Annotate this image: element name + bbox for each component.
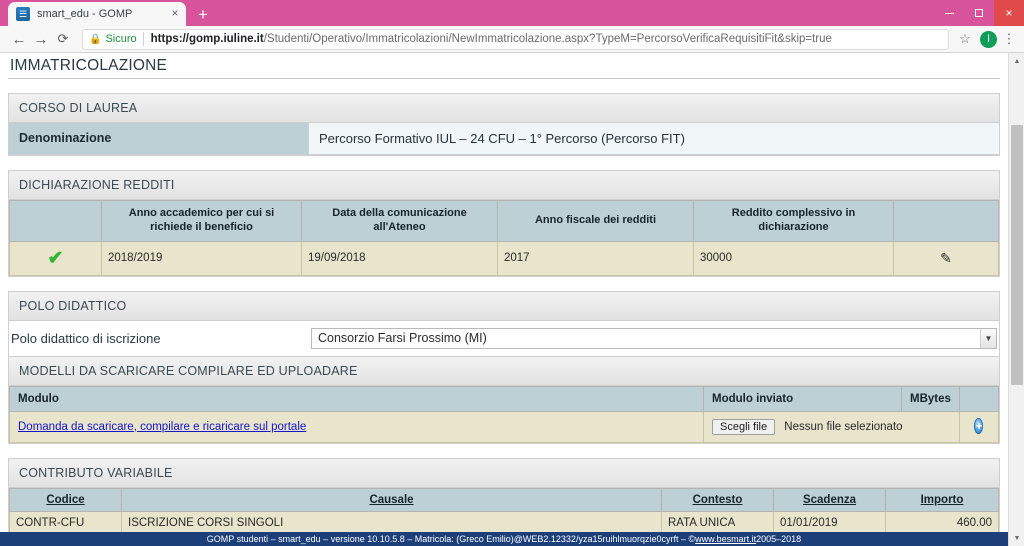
- dichiarazione-redditi-panel: DICHIARAZIONE REDDITI Anno accademico pe…: [8, 170, 1000, 277]
- browser-toolbar: ← → ⟳ 🔒 Sicuro https://gomp.iuline.it/St…: [0, 26, 1024, 53]
- bookmark-star-icon[interactable]: ☆: [955, 31, 975, 47]
- scrollbar-thumb[interactable]: [1011, 125, 1023, 385]
- polo-didattico-row: Polo didattico di iscrizione Consorzio F…: [9, 321, 999, 356]
- col-reddito: Reddito complessivo in dichiarazione: [693, 200, 894, 242]
- polo-didattico-selected-value: Consorzio Farsi Prossimo (MI): [318, 331, 487, 345]
- polo-didattico-header: POLO DIDATTICO: [9, 291, 999, 321]
- page-content: IMMATRICOLAZIONE CORSO DI LAUREA Denomin…: [0, 53, 1008, 546]
- table-row: Domanda da scaricare, compilare e ricari…: [9, 410, 1000, 443]
- smart-edu-favicon: ☰: [16, 7, 30, 21]
- cell-anno-fiscale: 2017: [497, 240, 694, 276]
- page-viewport: IMMATRICOLAZIONE CORSO DI LAUREA Denomin…: [0, 53, 1024, 546]
- browser-menu-icon[interactable]: ⋮: [1002, 31, 1016, 47]
- url-host: https://gomp.iuline.it: [150, 33, 264, 45]
- denominazione-row: Denominazione Percorso Formativo IUL – 2…: [9, 123, 999, 155]
- dichiarazione-redditi-table: Anno accademico per cui si richiede il b…: [9, 200, 999, 276]
- col-causale[interactable]: Causale: [121, 487, 662, 512]
- polo-didattico-select[interactable]: Consorzio Farsi Prossimo (MI) ▼: [311, 327, 997, 349]
- denominazione-label: Denominazione: [9, 123, 309, 154]
- dichiarazione-redditi-header: DICHIARAZIONE REDDITI: [9, 171, 999, 200]
- cell-modulo-inviato: Scegli file Nessun file selezionato: [703, 410, 960, 443]
- contributo-variabile-panel: CONTRIBUTO VARIABILE Codice Causale Cont…: [8, 457, 1000, 536]
- scroll-down-icon[interactable]: ▼: [1009, 530, 1024, 546]
- col-codice[interactable]: Codice: [9, 487, 122, 512]
- minimize-window-button[interactable]: [934, 0, 964, 26]
- scroll-up-icon[interactable]: ▲: [1009, 53, 1024, 69]
- cell-importo: 460.00: [885, 510, 999, 535]
- cell-data-comunicazione: 19/09/2018: [301, 240, 498, 276]
- col-status: [9, 200, 102, 242]
- table-row: CONTR-CFU ISCRIZIONE CORSI SINGOLI RATA …: [9, 510, 999, 535]
- table-header-row: Anno accademico per cui si richiede il b…: [9, 200, 999, 242]
- col-scadenza[interactable]: Scadenza: [773, 487, 886, 512]
- new-tab-button[interactable]: +: [190, 4, 216, 26]
- choose-file-button[interactable]: Scegli file: [712, 418, 776, 435]
- contributo-variabile-header: CONTRIBUTO VARIABILE: [9, 458, 999, 488]
- cell-causale: ISCRIZIONE CORSI SINGOLI: [121, 510, 662, 535]
- besmart-link[interactable]: www.besmart.it: [695, 534, 756, 544]
- polo-didattico-label: Polo didattico di iscrizione: [11, 330, 161, 346]
- footer-status-bar: GOMP studenti – smart_edu – versione 10.…: [0, 532, 1008, 546]
- table-header-row: Modulo Modulo inviato MBytes: [9, 385, 1000, 412]
- vertical-scrollbar[interactable]: ▲ ▼: [1008, 53, 1024, 546]
- browser-window: ☰ smart_edu - GOMP × + × ← → ⟳ 🔒 Sicuro …: [0, 0, 1024, 546]
- url-path: /Studenti/Operativo/Immatricolazioni/New…: [263, 33, 832, 45]
- table-row: ✔ 2018/2019 19/09/2018 2017 30000 ✎: [9, 240, 999, 276]
- contributo-variabile-table: Codice Causale Contesto Scadenza Importo…: [9, 487, 999, 535]
- table-header-row: Codice Causale Contesto Scadenza Importo: [9, 487, 999, 512]
- col-modulo-inviato: Modulo inviato: [703, 385, 902, 412]
- secure-label: Sicuro: [105, 33, 137, 45]
- tab-title: smart_edu - GOMP: [37, 8, 133, 20]
- modulo-download-link[interactable]: Domanda da scaricare, compilare e ricari…: [18, 421, 306, 433]
- cell-codice: CONTR-CFU: [9, 510, 122, 535]
- chevron-down-icon[interactable]: ▼: [980, 328, 996, 348]
- cell-scadenza: 01/01/2019: [773, 510, 886, 535]
- modelli-header: MODELLI DA SCARICARE COMPILARE ED UPLOAD…: [9, 355, 999, 386]
- cell-modulo: Domanda da scaricare, compilare e ricari…: [9, 410, 704, 443]
- forward-icon[interactable]: →: [30, 28, 52, 50]
- url-text: https://gomp.iuline.it/Studenti/Operativ…: [151, 33, 832, 45]
- col-add: [958, 385, 1000, 412]
- row-status-cell: ✔: [9, 240, 102, 276]
- maximize-window-button[interactable]: [964, 0, 994, 26]
- polo-didattico-panel: POLO DIDATTICO Polo didattico di iscrizi…: [8, 290, 1000, 444]
- cell-reddito: 30000: [693, 240, 894, 276]
- denominazione-value: Percorso Formativo IUL – 24 CFU – 1° Per…: [309, 123, 999, 154]
- footer-text-after: 2005–2018: [756, 534, 802, 544]
- col-modulo: Modulo: [9, 385, 704, 412]
- file-status-text: Nessun file selezionato: [784, 420, 903, 433]
- col-mbytes: MBytes: [901, 385, 960, 412]
- add-icon[interactable]: +: [974, 418, 984, 434]
- window-controls: ×: [934, 0, 1024, 26]
- footer-text-before: GOMP studenti – smart_edu – versione 10.…: [206, 534, 696, 544]
- reload-icon[interactable]: ⟳: [52, 28, 74, 50]
- profile-avatar[interactable]: I: [980, 30, 997, 48]
- col-actions: [893, 200, 999, 242]
- address-bar[interactable]: 🔒 Sicuro https://gomp.iuline.it/Studenti…: [82, 28, 949, 50]
- cell-anno-accademico: 2018/2019: [101, 240, 302, 276]
- tab-strip: ☰ smart_edu - GOMP × + ×: [0, 0, 1024, 26]
- omnibox-divider: [142, 32, 144, 46]
- edit-pencil-icon[interactable]: ✎: [940, 250, 952, 266]
- col-importo[interactable]: Importo: [885, 487, 999, 512]
- col-data-comunicazione: Data della comunicazione all'Ateneo: [301, 200, 498, 242]
- row-edit-cell[interactable]: ✎: [893, 240, 999, 276]
- cell-contesto: RATA UNICA: [661, 510, 774, 535]
- browser-tab[interactable]: ☰ smart_edu - GOMP ×: [8, 2, 186, 26]
- col-anno-fiscale: Anno fiscale dei redditi: [497, 200, 694, 242]
- cell-add-action[interactable]: +: [958, 410, 1000, 443]
- back-icon[interactable]: ←: [8, 28, 30, 50]
- corso-di-laurea-header: CORSO DI LAUREA: [9, 94, 999, 123]
- corso-di-laurea-panel: CORSO DI LAUREA Denominazione Percorso F…: [8, 93, 1000, 156]
- close-tab-icon[interactable]: ×: [168, 7, 182, 21]
- page-title: IMMATRICOLAZIONE: [8, 53, 1000, 79]
- modelli-table: Modulo Modulo inviato MBytes Domanda da …: [9, 385, 1000, 443]
- col-anno-accademico: Anno accademico per cui si richiede il b…: [101, 200, 302, 242]
- lock-icon: 🔒: [89, 33, 102, 45]
- col-contesto[interactable]: Contesto: [661, 487, 774, 512]
- close-window-button[interactable]: ×: [994, 0, 1024, 26]
- check-icon: ✔: [47, 247, 64, 269]
